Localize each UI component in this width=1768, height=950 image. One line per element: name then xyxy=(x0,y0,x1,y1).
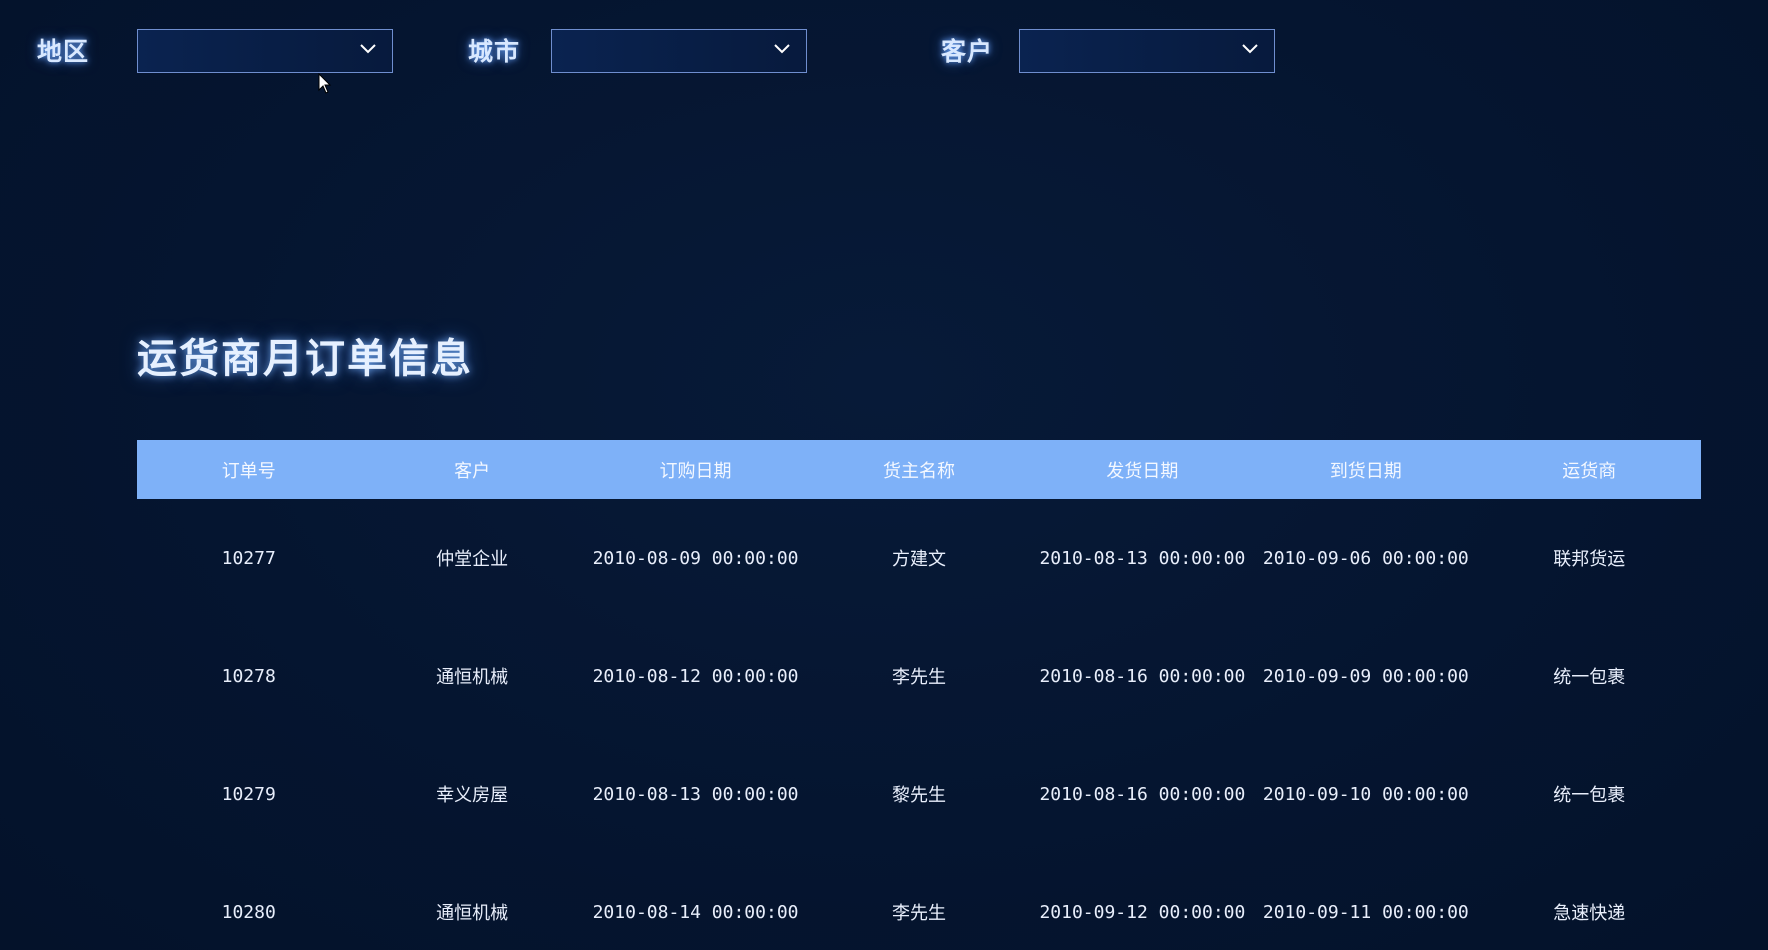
table-cell: 2010-09-11 00:00:00 xyxy=(1262,901,1469,923)
table-cell: 2010-08-13 00:00:00 xyxy=(592,783,799,805)
column-header: 客户 xyxy=(454,460,491,482)
table-cell: 10280 xyxy=(221,901,276,923)
region-select[interactable] xyxy=(137,29,393,73)
table-cell: 10277 xyxy=(221,547,276,569)
column-header: 订购日期 xyxy=(659,460,732,482)
orders-table: 订单号 客户 订购日期 货主名称 发货日期 到货日期 运货商 10277 仲堂企业 2010-0… xyxy=(137,440,1701,950)
city-filter-label: 城市 xyxy=(468,37,521,66)
region-filter-label: 地区 xyxy=(37,37,90,66)
column-header: 到货日期 xyxy=(1329,460,1402,482)
table-cell: 统一包裹 xyxy=(1553,667,1626,688)
column-header: 发货日期 xyxy=(1106,460,1179,482)
table-cell: 2010-08-13 00:00:00 xyxy=(1039,547,1246,569)
table-cell: 方建文 xyxy=(891,549,946,570)
chevron-down-icon xyxy=(1240,39,1260,59)
table-cell: 10279 xyxy=(221,783,276,805)
table-cell: 2010-08-09 00:00:00 xyxy=(592,547,799,569)
table-cell: 通恒机械 xyxy=(436,903,509,924)
table-cell: 2010-08-16 00:00:00 xyxy=(1039,665,1246,687)
table-cell: 统一包裹 xyxy=(1553,785,1626,806)
table-cell: 李先生 xyxy=(891,903,946,924)
table-row: 10279 幸义房屋 2010-08-13 00:00:00 黎先生 2010-08-1… xyxy=(137,735,1701,853)
table-cell: 2010-09-10 00:00:00 xyxy=(1262,783,1469,805)
table-cell: 2010-08-14 00:00:00 xyxy=(592,901,799,923)
dashboard-page: 地区 城市 客户 运货商月订单信息 订单号 客户 订购日期 货主名称 发货日期 到货日期运… xyxy=(0,0,1768,950)
table-cell: 2010-09-06 00:00:00 xyxy=(1262,547,1469,569)
column-header: 订单号 xyxy=(221,460,276,482)
table-cell: 10278 xyxy=(221,665,276,687)
table-cell: 急速快递 xyxy=(1553,903,1626,924)
table-body: 10277 仲堂企业 2010-08-09 00:00:00 方建文 2010-08-1… xyxy=(137,499,1701,950)
chevron-down-icon xyxy=(358,39,378,59)
page-title: 运货商月订单信息 xyxy=(137,336,473,382)
chevron-down-icon xyxy=(772,39,792,59)
column-header: 货主名称 xyxy=(882,460,955,482)
customer-select[interactable] xyxy=(1019,29,1275,73)
table-cell: 联邦货运 xyxy=(1553,549,1626,570)
table-cell: 黎先生 xyxy=(891,785,946,806)
table-cell: 2010-09-12 00:00:00 xyxy=(1039,901,1246,923)
table-row: 10278 通恒机械 2010-08-12 00:00:00 李先生 2010-08-1… xyxy=(137,617,1701,735)
table-header: 订单号 客户 订购日期 货主名称 发货日期 到货日期 运货商 xyxy=(137,440,1701,499)
table-cell: 2010-08-12 00:00:00 xyxy=(592,665,799,687)
mouse-cursor-icon xyxy=(318,73,332,95)
city-select[interactable] xyxy=(551,29,807,73)
table-row: 10277 仲堂企业 2010-08-09 00:00:00 方建文 2010-08-1… xyxy=(137,499,1701,617)
table-cell: 幸义房屋 xyxy=(436,785,509,806)
table-cell: 仲堂企业 xyxy=(436,549,509,570)
table-row: 10280 通恒机械 2010-08-14 00:00:00 李先生 2010-09-1… xyxy=(137,853,1701,950)
table-cell: 2010-09-09 00:00:00 xyxy=(1262,665,1469,687)
table-cell: 2010-08-16 00:00:00 xyxy=(1039,783,1246,805)
table-cell: 李先生 xyxy=(891,667,946,688)
customer-filter-label: 客户 xyxy=(941,37,994,66)
column-header: 运货商 xyxy=(1562,460,1617,482)
table-cell: 通恒机械 xyxy=(436,667,509,688)
